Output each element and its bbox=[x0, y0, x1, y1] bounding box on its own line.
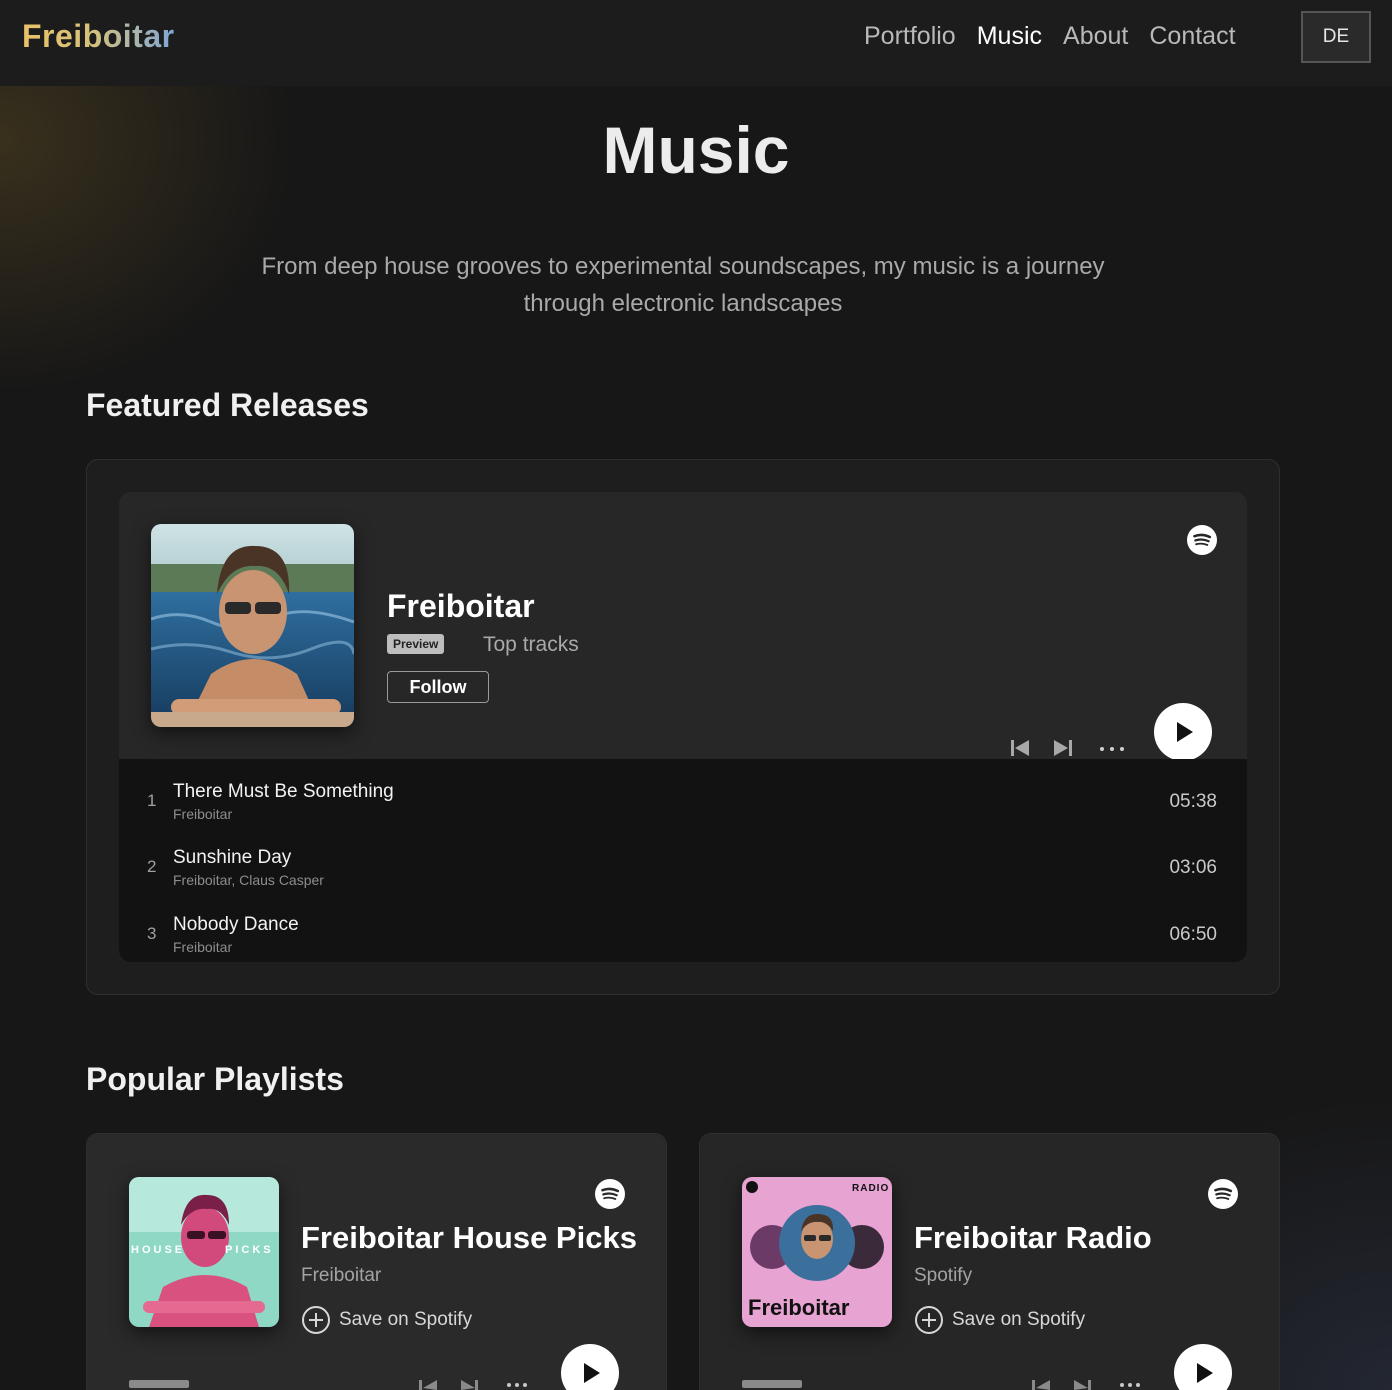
track-duration: 05:38 bbox=[1169, 791, 1217, 812]
playlist-owner[interactable]: Freiboitar bbox=[301, 1265, 381, 1287]
spotify-icon[interactable] bbox=[1187, 525, 1217, 555]
cover-text-left: HOUSE bbox=[131, 1244, 185, 1256]
spotify-icon[interactable] bbox=[1208, 1179, 1238, 1209]
more-icon[interactable] bbox=[1098, 740, 1126, 758]
progress-bar[interactable] bbox=[742, 1380, 802, 1388]
artist-cover-image bbox=[151, 524, 354, 727]
track-row[interactable]: 3 Nobody Dance Freiboitar 06:50 bbox=[119, 892, 1247, 958]
more-icon bbox=[1120, 1383, 1140, 1387]
featured-section-title: Featured Releases bbox=[86, 387, 369, 423]
play-button[interactable] bbox=[1154, 703, 1212, 761]
playlist-cover-image: RADIO Freiboitar bbox=[742, 1177, 892, 1327]
track-list: 1 There Must Be Something Freiboitar 05:… bbox=[119, 759, 1247, 962]
play-button[interactable] bbox=[1174, 1344, 1232, 1390]
track-name: Nobody Dance bbox=[173, 914, 299, 935]
skip-forward-icon bbox=[461, 1380, 478, 1390]
cover-text-right: PICKS bbox=[225, 1244, 274, 1256]
track-number: 2 bbox=[147, 857, 157, 876]
save-label: Save on Spotify bbox=[339, 1309, 473, 1330]
plus-circle-icon bbox=[915, 1306, 943, 1334]
save-on-spotify-button[interactable]: Save on Spotify bbox=[914, 1305, 1085, 1335]
track-artist: Freiboitar bbox=[173, 939, 233, 955]
playback-controls bbox=[417, 1376, 527, 1390]
plus-circle-icon bbox=[302, 1306, 330, 1334]
nav-music[interactable]: Music bbox=[977, 22, 1042, 51]
playlist-card-house-picks: HOUSE PICKS Freiboitar House Picks Freib… bbox=[86, 1133, 667, 1390]
cover-tag: RADIO bbox=[852, 1183, 889, 1194]
site-logo[interactable]: Freiboitar bbox=[22, 18, 175, 55]
preview-badge: Preview bbox=[387, 634, 445, 654]
track-artist: Freiboitar bbox=[173, 806, 233, 822]
playlist-card-radio: RADIO Freiboitar Freiboitar Radio Spotif… bbox=[699, 1133, 1280, 1390]
spotify-playlist-embed: HOUSE PICKS Freiboitar House Picks Freib… bbox=[87, 1134, 666, 1390]
playlists-section-title: Popular Playlists bbox=[86, 1061, 344, 1097]
save-on-spotify-button[interactable]: Save on Spotify bbox=[301, 1305, 472, 1335]
skip-forward-icon bbox=[1074, 1380, 1091, 1390]
play-icon bbox=[1177, 722, 1193, 742]
track-number: 3 bbox=[147, 924, 157, 943]
featured-card: Freiboitar Preview Top tracks Follow 1 T… bbox=[86, 459, 1280, 995]
site-header: Freiboitar Portfolio Music About Contact… bbox=[0, 0, 1392, 86]
save-label: Save on Spotify bbox=[952, 1309, 1086, 1330]
track-artist: Freiboitar, Claus Casper bbox=[173, 872, 324, 888]
language-toggle-button[interactable]: DE bbox=[1301, 11, 1371, 63]
embed-subtitle: Top tracks bbox=[483, 633, 579, 656]
page-title: Music bbox=[602, 113, 790, 187]
follow-button[interactable]: Follow bbox=[387, 671, 489, 703]
skip-back-icon bbox=[419, 1380, 437, 1390]
track-duration: 06:50 bbox=[1169, 924, 1217, 945]
playlist-cover-image: HOUSE PICKS bbox=[129, 1177, 279, 1327]
more-icon bbox=[507, 1383, 527, 1387]
playlist-owner[interactable]: Spotify bbox=[914, 1265, 972, 1287]
progress-bar[interactable] bbox=[129, 1380, 189, 1388]
nav-about[interactable]: About bbox=[1063, 22, 1128, 51]
track-duration: 03:06 bbox=[1169, 857, 1217, 878]
embed-title[interactable]: Freiboitar bbox=[387, 588, 535, 625]
cover-name: Freiboitar bbox=[748, 1295, 850, 1320]
play-icon bbox=[584, 1363, 600, 1383]
nav-portfolio[interactable]: Portfolio bbox=[864, 22, 956, 51]
intro-text: From deep house grooves to experimental … bbox=[261, 253, 1105, 317]
main-nav: Portfolio Music About Contact bbox=[864, 22, 1236, 51]
track-row[interactable]: 2 Sunshine Day Freiboitar, Claus Casper … bbox=[119, 825, 1247, 891]
playlist-title[interactable]: Freiboitar Radio bbox=[914, 1220, 1152, 1256]
spotify-icon[interactable] bbox=[595, 1179, 625, 1209]
playback-controls bbox=[1030, 1376, 1140, 1390]
playlist-title[interactable]: Freiboitar House Picks bbox=[301, 1220, 637, 1256]
track-name: Sunshine Day bbox=[173, 847, 292, 868]
play-button[interactable] bbox=[561, 1344, 619, 1390]
track-number: 1 bbox=[147, 791, 157, 810]
track-row[interactable]: 1 There Must Be Something Freiboitar 05:… bbox=[119, 759, 1247, 825]
play-icon bbox=[1197, 1363, 1213, 1383]
nav-contact[interactable]: Contact bbox=[1149, 22, 1235, 51]
spotify-playlist-embed: RADIO Freiboitar Freiboitar Radio Spotif… bbox=[700, 1134, 1279, 1390]
track-name: There Must Be Something bbox=[173, 781, 394, 802]
skip-back-icon bbox=[1032, 1380, 1050, 1390]
spotify-artist-embed: Freiboitar Preview Top tracks Follow 1 T… bbox=[119, 492, 1247, 962]
